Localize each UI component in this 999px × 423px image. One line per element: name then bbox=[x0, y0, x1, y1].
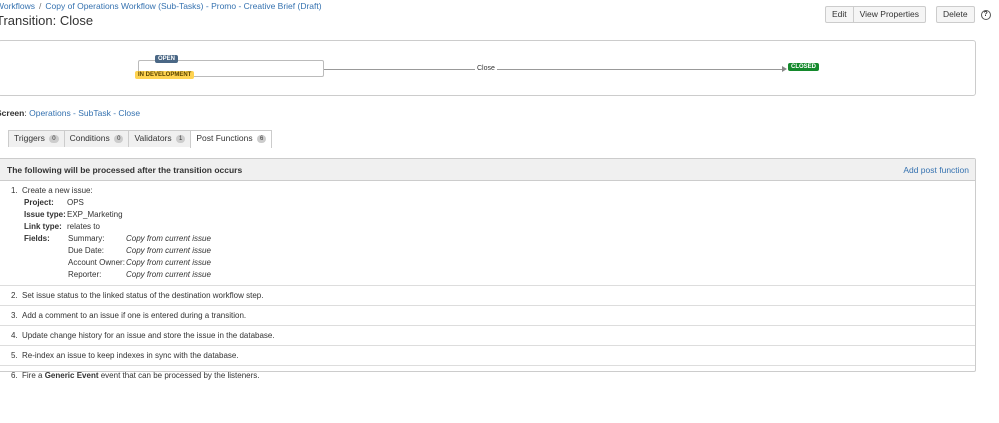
issue-type-value: EXP_Marketing bbox=[67, 210, 123, 219]
field-value: Copy from current issue bbox=[126, 258, 211, 267]
status-open-lozenge: OPEN bbox=[155, 55, 179, 63]
tab-count-badge: 6 bbox=[256, 135, 267, 143]
screen-colon: : bbox=[24, 108, 27, 118]
edit-button-group: Edit View Properties bbox=[825, 6, 927, 23]
post-function-item[interactable]: 4. Update change history for an issue and… bbox=[0, 326, 975, 346]
field-name: Summary: bbox=[68, 234, 105, 243]
link-type-label: Link type: bbox=[24, 222, 62, 231]
post-functions-panel: The following will be processed after th… bbox=[0, 158, 976, 380]
post-function-item[interactable]: 3. Add a comment to an issue if one is en… bbox=[0, 306, 975, 326]
field-name: Due Date: bbox=[68, 246, 105, 255]
event-name: Generic Event bbox=[44, 371, 99, 380]
item-text: Set issue status to the linked status of… bbox=[22, 291, 264, 300]
edit-button[interactable]: Edit bbox=[825, 6, 854, 23]
issue-type-label: Issue type: bbox=[24, 210, 66, 219]
panel-header: The following will be processed after th… bbox=[0, 159, 975, 181]
view-properties-button[interactable]: View Properties bbox=[853, 6, 927, 23]
breadcrumb-separator: / bbox=[39, 1, 42, 11]
field-value: Copy from current issue bbox=[126, 234, 211, 243]
transition-tabs: Triggers 0 Conditions 0 Validators 1 Pos… bbox=[8, 130, 273, 148]
tab-post-functions[interactable]: Post Functions 6 bbox=[190, 130, 273, 148]
fields-label: Fields: bbox=[24, 234, 50, 243]
item-number: 2. bbox=[11, 291, 18, 300]
item-text-post: event that can be processed by the liste… bbox=[100, 371, 260, 380]
project-label: Project: bbox=[24, 198, 54, 207]
item-text: Update change history for an issue and s… bbox=[22, 331, 275, 340]
screen-label: Screen bbox=[0, 108, 25, 118]
item-number: 3. bbox=[11, 311, 18, 320]
post-function-item[interactable]: 2. Set issue status to the linked status … bbox=[0, 286, 975, 306]
field-value: Copy from current issue bbox=[126, 246, 211, 255]
screen-link[interactable]: Operations - SubTask - Close bbox=[29, 108, 140, 118]
panel-title: The following will be processed after th… bbox=[7, 165, 243, 175]
tab-label: Conditions bbox=[69, 133, 110, 143]
item-text: Re-index an issue to keep indexes in syn… bbox=[22, 351, 239, 360]
page-title: Transition: Close bbox=[0, 13, 94, 28]
arrow-head-icon bbox=[782, 66, 787, 72]
breadcrumb: Workflows /Copy of Operations Workflow (S… bbox=[0, 1, 322, 11]
tab-triggers[interactable]: Triggers 0 bbox=[8, 130, 65, 147]
tab-count-badge: 0 bbox=[114, 135, 124, 143]
delete-button[interactable]: Delete bbox=[936, 6, 975, 23]
tab-conditions[interactable]: Conditions 0 bbox=[63, 130, 130, 147]
tab-label: Validators bbox=[134, 133, 172, 143]
field-name: Reporter: bbox=[68, 270, 102, 279]
transition-line bbox=[324, 69, 784, 70]
link-type-value: relates to bbox=[67, 222, 100, 231]
tab-count-badge: 1 bbox=[176, 135, 186, 143]
post-function-item[interactable]: 6. Fire a Generic Event event that can be… bbox=[0, 366, 975, 385]
top-actions: Edit View Properties Delete ? bbox=[825, 6, 991, 23]
item-text-pre: Fire a bbox=[22, 371, 43, 380]
item-number: 1. bbox=[11, 186, 18, 195]
breadcrumb-workflow-link[interactable]: Copy of Operations Workflow (Sub-Tasks) … bbox=[45, 1, 321, 11]
tab-validators[interactable]: Validators 1 bbox=[128, 130, 192, 147]
tab-label: Post Functions bbox=[196, 133, 253, 143]
item-text: Add a comment to an issue if one is ente… bbox=[22, 311, 247, 320]
project-value: OPS bbox=[67, 198, 84, 207]
screen-info: Screen: Operations - SubTask - Close bbox=[0, 108, 140, 118]
help-icon[interactable]: ? bbox=[980, 9, 991, 20]
add-post-function-link[interactable]: Add post function bbox=[903, 165, 969, 175]
post-function-item[interactable]: 1. Create a new issue: Project: OPS Issue… bbox=[0, 181, 975, 286]
tab-count-badge: 0 bbox=[49, 135, 59, 143]
field-name: Account Owner: bbox=[68, 258, 125, 267]
field-value: Copy from current issue bbox=[126, 270, 211, 279]
item-number: 6. bbox=[11, 371, 18, 380]
transition-diagram: OPEN IN DEVELOPMENT Close CLOSED bbox=[0, 40, 976, 96]
transition-label: Close bbox=[475, 65, 497, 72]
breadcrumb-workflows-link[interactable]: Workflows bbox=[0, 1, 35, 11]
tab-label: Triggers bbox=[14, 133, 45, 143]
status-closed-lozenge: CLOSED bbox=[788, 63, 820, 71]
item-number: 5. bbox=[11, 351, 18, 360]
status-in-development-lozenge: IN DEVELOPMENT bbox=[135, 71, 195, 79]
post-function-item[interactable]: 5. Re-index an issue to keep indexes in s… bbox=[0, 346, 975, 366]
item-text: Create a new issue: bbox=[22, 186, 93, 195]
item-number: 4. bbox=[11, 331, 18, 340]
